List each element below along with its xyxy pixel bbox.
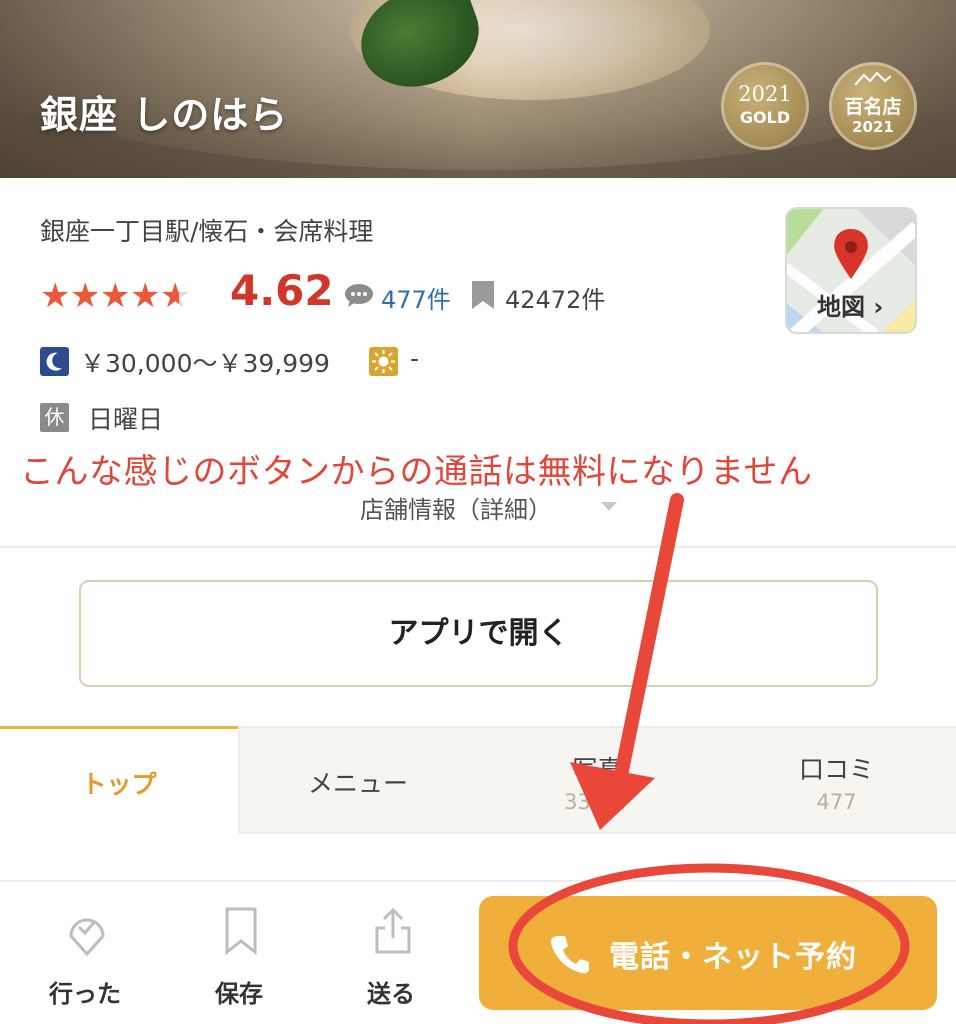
bookmark-count: 42472件 <box>505 286 606 314</box>
annotation-text: こんな感じのボタンからの通話は無料になりません <box>20 452 813 492</box>
map-button[interactable]: 地図 › <box>785 207 917 334</box>
tab-bar: トップ メニュー 写真 33557 口コミ 477 <box>0 726 956 834</box>
hero-image: 銀座 しのはら 2021 GOLD 百名店 2021 <box>0 0 956 178</box>
store-details-link[interactable]: 店舗情報（詳細） <box>360 490 552 525</box>
open-app-button[interactable]: アプリで開く <box>79 580 878 687</box>
award-gold-badge: 2021 GOLD <box>721 62 809 150</box>
holiday-text: 日曜日 <box>88 405 164 434</box>
star-icon: ★ ★ <box>160 276 191 316</box>
send-button[interactable]: 送る <box>331 882 451 1024</box>
chevron-down-icon[interactable] <box>601 502 617 511</box>
phone-reservation-button[interactable]: 電話・ネット予約 <box>479 896 937 1010</box>
lunch-price: - <box>410 344 420 373</box>
rating-stars: ★ ★ ★ ★ ★ ★ ★ ★ ★ ★ <box>40 276 190 316</box>
rating-score: 4.62 <box>230 266 334 315</box>
phone-icon <box>550 936 589 974</box>
star-icon: ★ ★ <box>130 276 161 316</box>
star-icon: ★ ★ <box>70 276 101 316</box>
hyakumeiten-badge: 百名店 2021 <box>829 62 917 150</box>
tab-menu[interactable]: メニュー <box>238 726 478 834</box>
review-bubble-icon <box>345 284 373 307</box>
share-icon <box>375 907 411 954</box>
divider <box>0 546 956 548</box>
moon-icon <box>40 347 69 376</box>
tab-photos[interactable]: 写真 33557 <box>478 726 717 834</box>
tab-reviews[interactable]: 口コミ 477 <box>717 726 956 834</box>
map-label: 地図 › <box>817 293 884 321</box>
sun-icon <box>369 347 398 376</box>
restaurant-name: 銀座 しのはら <box>40 93 289 137</box>
went-button[interactable]: 行った <box>25 882 145 1024</box>
tab-top[interactable]: トップ <box>0 726 238 834</box>
dinner-price: ￥30,000～￥39,999 <box>80 349 330 378</box>
check-heart-icon <box>69 918 105 956</box>
area-genre: 銀座一丁目駅/懐石・会席料理 <box>40 217 374 246</box>
bookmark-outline-icon <box>225 907 257 956</box>
review-tab-count: 477 <box>816 790 857 814</box>
mountain-icon <box>855 72 891 86</box>
save-button[interactable]: 保存 <box>179 882 299 1024</box>
bookmark-icon <box>472 281 494 309</box>
holiday-icon: 休 <box>40 403 69 432</box>
star-icon: ★ ★ <box>100 276 131 316</box>
star-icon: ★ ★ <box>40 276 71 316</box>
photo-count: 33557 <box>564 790 631 814</box>
review-count-link[interactable]: 477件 <box>381 280 451 315</box>
